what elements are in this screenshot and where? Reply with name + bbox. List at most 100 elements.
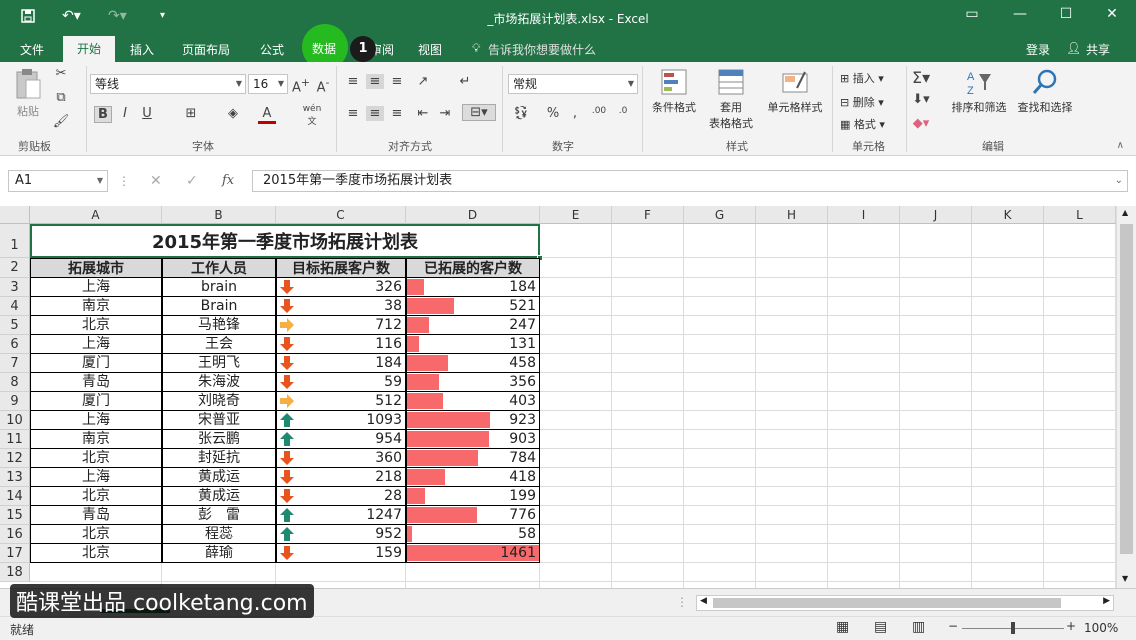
column-header-e[interactable]: E: [540, 206, 612, 224]
border-icon[interactable]: ⊞: [182, 106, 200, 121]
tab-data[interactable]: 数据: [312, 40, 336, 57]
formula-input[interactable]: 2015年第一季度市场拓展计划表 ⌄: [252, 170, 1128, 192]
done-cell[interactable]: 784: [406, 449, 540, 468]
accounting-format-icon[interactable]: 💱︎: [512, 106, 530, 121]
city-cell[interactable]: 上海: [30, 468, 162, 487]
done-cell[interactable]: 521: [406, 297, 540, 316]
staff-cell[interactable]: 张云鹏: [162, 430, 276, 449]
target-cell[interactable]: 28: [276, 487, 406, 506]
underline-button[interactable]: U: [138, 106, 156, 121]
done-cell[interactable]: 1461: [406, 544, 540, 563]
done-cell[interactable]: 923: [406, 411, 540, 430]
staff-cell[interactable]: 黄成运: [162, 468, 276, 487]
copy-icon[interactable]: ⧉: [52, 90, 70, 105]
done-cell[interactable]: 199: [406, 487, 540, 506]
staff-cell[interactable]: 朱海波: [162, 373, 276, 392]
row-header-10[interactable]: 10: [0, 411, 30, 430]
column-header-g[interactable]: G: [684, 206, 756, 224]
target-cell[interactable]: 218: [276, 468, 406, 487]
expand-formula-icon[interactable]: ⌄: [1115, 171, 1123, 191]
done-cell[interactable]: 247: [406, 316, 540, 335]
done-cell[interactable]: 403: [406, 392, 540, 411]
city-cell[interactable]: 北京: [30, 544, 162, 563]
city-cell[interactable]: 南京: [30, 430, 162, 449]
name-box[interactable]: A1 ▼: [8, 170, 108, 192]
phonetic-icon[interactable]: wén 文: [300, 104, 324, 127]
align-bottom-icon[interactable]: ≡: [388, 74, 406, 89]
vertical-scrollbar[interactable]: ▲ ▼: [1116, 206, 1136, 588]
tab-view[interactable]: 视图: [418, 41, 442, 58]
align-left-icon[interactable]: ≡: [344, 106, 362, 121]
insert-cells-button[interactable]: ⊞ 插入 ▾: [840, 70, 884, 86]
zoom-level[interactable]: 100%: [1084, 621, 1118, 635]
staff-cell[interactable]: 王会: [162, 335, 276, 354]
done-cell[interactable]: 131: [406, 335, 540, 354]
city-cell[interactable]: 北京: [30, 449, 162, 468]
target-cell[interactable]: 326: [276, 278, 406, 297]
select-all-corner[interactable]: [0, 206, 30, 224]
sign-in-link[interactable]: 登录: [1026, 41, 1050, 58]
increase-indent-icon[interactable]: ⇥: [436, 106, 454, 121]
fill-color-icon[interactable]: ◈: [224, 106, 242, 121]
table-header-cell[interactable]: 目标拓展客户数: [276, 258, 406, 278]
row-header-16[interactable]: 16: [0, 525, 30, 544]
row-header-11[interactable]: 11: [0, 430, 30, 449]
staff-cell[interactable]: 宋普亚: [162, 411, 276, 430]
city-cell[interactable]: 厦门: [30, 392, 162, 411]
target-cell[interactable]: 954: [276, 430, 406, 449]
staff-cell[interactable]: 薛瑜: [162, 544, 276, 563]
row-header-14[interactable]: 14: [0, 487, 30, 506]
sheet-title-cell[interactable]: 2015年第一季度市场拓展计划表: [30, 224, 540, 258]
row-header-5[interactable]: 5: [0, 316, 30, 335]
increase-decimal-icon[interactable]: .00: [590, 106, 608, 116]
staff-cell[interactable]: 程蕊: [162, 525, 276, 544]
column-header-f[interactable]: F: [612, 206, 684, 224]
column-header-l[interactable]: L: [1044, 206, 1116, 224]
fill-icon[interactable]: ⬇▾: [912, 92, 930, 107]
ribbon-display-options-icon[interactable]: ▭: [960, 6, 984, 22]
done-cell[interactable]: 903: [406, 430, 540, 449]
wrap-text-icon[interactable]: ↵: [456, 74, 474, 89]
insert-function-icon[interactable]: fx: [222, 173, 234, 188]
column-header-k[interactable]: K: [972, 206, 1044, 224]
scroll-up-icon[interactable]: ▲: [1122, 208, 1128, 217]
row-header-13[interactable]: 13: [0, 468, 30, 487]
city-cell[interactable]: 上海: [30, 278, 162, 297]
zoom-in-icon[interactable]: +: [1066, 619, 1076, 633]
done-cell[interactable]: 58: [406, 525, 540, 544]
scroll-thumb[interactable]: [1120, 224, 1133, 554]
city-cell[interactable]: 北京: [30, 316, 162, 335]
clear-icon[interactable]: ◆▾: [912, 116, 930, 131]
orientation-icon[interactable]: ↗: [414, 74, 432, 89]
cancel-icon[interactable]: ✕: [150, 173, 162, 189]
done-cell[interactable]: 458: [406, 354, 540, 373]
staff-cell[interactable]: 彭 雷: [162, 506, 276, 525]
done-cell[interactable]: 184: [406, 278, 540, 297]
target-cell[interactable]: 1093: [276, 411, 406, 430]
staff-cell[interactable]: brain: [162, 278, 276, 297]
normal-view-icon[interactable]: ▦: [836, 619, 849, 635]
row-header-4[interactable]: 4: [0, 297, 30, 316]
delete-cells-button[interactable]: ⊟ 删除 ▾: [840, 94, 884, 110]
format-as-table-button[interactable]: 套用 表格格式: [702, 68, 760, 131]
target-cell[interactable]: 952: [276, 525, 406, 544]
sort-filter-button[interactable]: AZ 排序和筛选: [946, 68, 1012, 115]
align-right-icon[interactable]: ≡: [388, 106, 406, 121]
tab-home[interactable]: 开始: [63, 36, 115, 62]
target-cell[interactable]: 712: [276, 316, 406, 335]
italic-button[interactable]: I: [116, 106, 134, 121]
column-header-b[interactable]: B: [162, 206, 276, 224]
zoom-slider-thumb[interactable]: [1011, 622, 1015, 634]
font-size-combo[interactable]: 16 ▼: [248, 74, 288, 94]
column-header-a[interactable]: A: [30, 206, 162, 224]
table-header-cell[interactable]: 已拓展的客户数: [406, 258, 540, 278]
target-cell[interactable]: 360: [276, 449, 406, 468]
tell-me-search[interactable]: 告诉我你想要做什么: [488, 41, 596, 58]
tab-formulas[interactable]: 公式: [260, 41, 284, 58]
column-header-h[interactable]: H: [756, 206, 828, 224]
page-layout-view-icon[interactable]: ▤: [874, 619, 887, 635]
autosum-icon[interactable]: Σ▾: [912, 68, 930, 87]
target-cell[interactable]: 38: [276, 297, 406, 316]
close-icon[interactable]: ✕: [1100, 6, 1124, 22]
city-cell[interactable]: 上海: [30, 335, 162, 354]
